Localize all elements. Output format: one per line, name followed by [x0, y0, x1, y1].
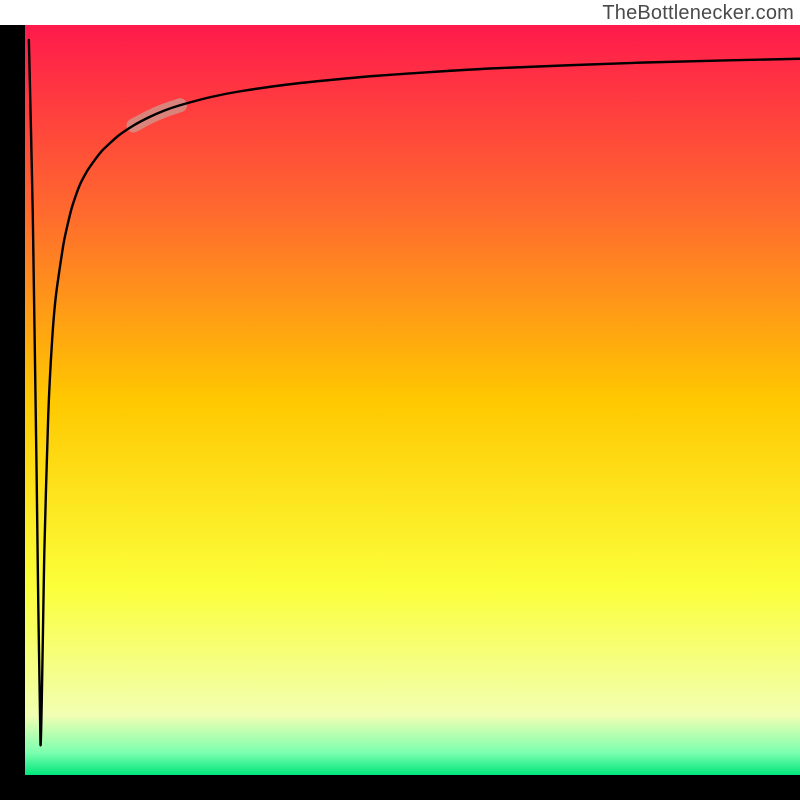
- x-axis-border: [0, 775, 800, 800]
- chart-svg: [0, 0, 800, 800]
- gradient-background: [25, 25, 800, 775]
- chart-canvas: TheBottlenecker.com: [0, 0, 800, 800]
- plot-area: [0, 0, 800, 800]
- y-axis-border: [0, 25, 25, 800]
